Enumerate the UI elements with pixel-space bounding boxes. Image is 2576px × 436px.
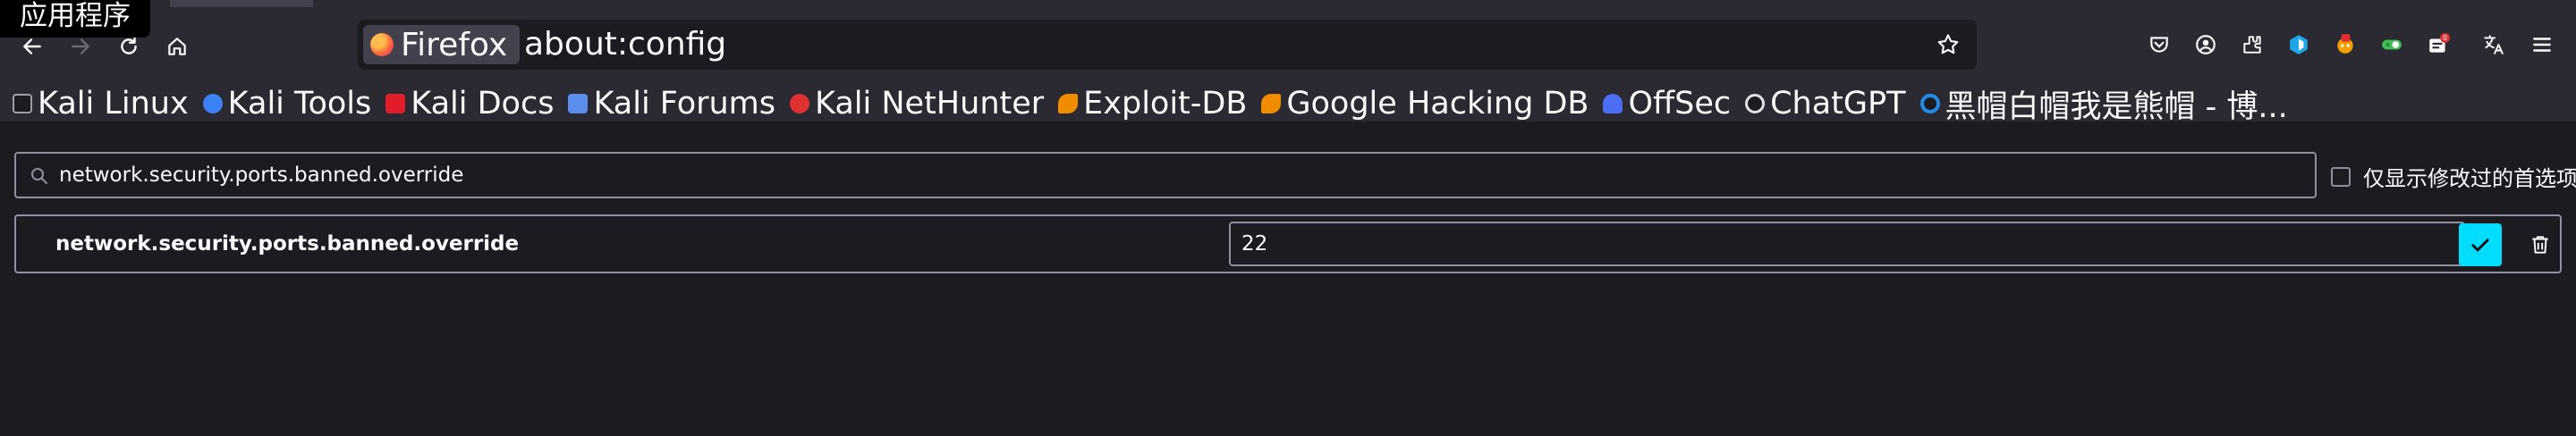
bookmark-label: ChatGPT <box>1770 86 1906 122</box>
bookmark-kali-nethunter[interactable]: Kali NetHunter <box>790 86 1044 122</box>
bookmark-label: Kali Forums <box>593 86 776 122</box>
menu-icon <box>2533 38 2551 52</box>
pref-search-input[interactable]: network.security.ports.banned.override <box>14 152 2317 198</box>
search-value: network.security.ports.banned.override <box>59 164 464 187</box>
identity-box[interactable]: Firefox <box>363 25 521 64</box>
bitwarden-icon <box>2290 35 2308 54</box>
extension-badge-button[interactable]: 0 <box>2420 27 2456 63</box>
blog-globe-icon <box>1919 94 1940 113</box>
kali-docs-icon <box>386 94 406 113</box>
show-modified-toggle[interactable]: 仅显示修改过的首选项 <box>2331 161 2576 192</box>
bitwarden-button[interactable] <box>2281 27 2317 63</box>
trash-icon <box>2532 236 2548 254</box>
checkmark-icon <box>2471 239 2489 252</box>
kali-nethunter-icon <box>790 94 810 113</box>
offsec-icon <box>1603 94 1623 113</box>
extensions-icon <box>2243 36 2261 54</box>
show-modified-checkbox[interactable] <box>2331 166 2351 187</box>
kali-forums-icon <box>568 94 589 113</box>
bookmark-kali-docs[interactable]: Kali Docs <box>386 86 554 122</box>
navigation-toolbar: Firefox about:config 0 <box>0 14 2576 86</box>
bookmark-google-hacking-db[interactable]: Google Hacking DB <box>1261 86 1589 122</box>
bookmark-label: Exploit-DB <box>1083 86 1248 122</box>
identity-label: Firefox <box>401 26 508 63</box>
badge-count: 0 <box>2443 34 2447 42</box>
url-bar[interactable]: Firefox about:config <box>358 20 1977 70</box>
extension-toggle-button[interactable] <box>2374 27 2410 63</box>
tab-strip-tab[interactable] <box>170 0 313 7</box>
pref-value-input[interactable]: 22 <box>1229 222 2465 266</box>
reload-icon <box>121 37 137 54</box>
bookmark-label: OffSec <box>1628 86 1732 122</box>
firefox-logo-icon <box>370 33 394 56</box>
extension-fox-icon <box>2337 34 2353 54</box>
chatgpt-icon <box>1745 94 1766 113</box>
bookmarks-toolbar: Kali Linux Kali Tools Kali Docs Kali For… <box>0 86 2576 125</box>
exploit-db-icon <box>1058 94 1079 113</box>
pocket-button[interactable] <box>2141 27 2177 63</box>
account-button[interactable] <box>2188 27 2224 63</box>
translate-icon <box>2484 35 2504 54</box>
url-text[interactable]: about:config <box>524 20 726 70</box>
show-modified-label: 仅显示修改过的首选项 <box>2363 166 2576 191</box>
account-icon <box>2196 35 2216 54</box>
back-arrow-icon <box>23 38 41 54</box>
bookmark-blog[interactable]: 黑帽白帽我是熊帽 - 博... <box>1919 81 2288 127</box>
home-icon <box>168 38 186 55</box>
delete-button[interactable] <box>2521 225 2560 264</box>
kali-tools-icon <box>202 94 223 113</box>
bookmark-kali-forums[interactable]: Kali Forums <box>568 86 775 122</box>
bookmark-exploit-db[interactable]: Exploit-DB <box>1058 86 1247 122</box>
extension-badge-icon: 0 <box>2429 33 2450 53</box>
extension-fox-button[interactable] <box>2327 27 2363 63</box>
about-config-page: network.security.ports.banned.override 仅… <box>0 122 2576 436</box>
bookmark-offsec[interactable]: OffSec <box>1603 86 1731 122</box>
app-menu-button[interactable] <box>2524 27 2560 63</box>
bookmark-label: Kali Linux <box>38 86 189 122</box>
translate-button[interactable] <box>2476 27 2512 63</box>
bookmark-label: Google Hacking DB <box>1286 86 1589 122</box>
search-icon <box>31 168 47 184</box>
bookmark-label: 黑帽白帽我是熊帽 - 博... <box>1945 88 2288 125</box>
tab-strip <box>0 0 2576 14</box>
bookmark-kali-tools[interactable]: Kali Tools <box>202 86 372 122</box>
pref-name: network.security.ports.banned.override <box>55 232 520 256</box>
save-button[interactable] <box>2459 223 2502 266</box>
bookmark-star-icon[interactable] <box>1936 32 1961 57</box>
applications-tooltip: 应用程序 <box>0 0 150 38</box>
bookmark-label: Kali NetHunter <box>815 86 1045 122</box>
home-button[interactable] <box>157 27 197 66</box>
extension-toggle-icon <box>2382 39 2402 50</box>
extensions-button[interactable] <box>2234 27 2270 63</box>
forward-arrow-icon <box>72 38 89 54</box>
bookmark-label: Kali Tools <box>227 86 372 122</box>
pocket-icon <box>2150 37 2168 53</box>
kali-dragon-icon <box>13 94 32 113</box>
bookmark-kali-linux[interactable]: Kali Linux <box>13 86 189 122</box>
bookmark-label: Kali Docs <box>411 86 555 122</box>
ghdb-icon <box>1261 94 1282 113</box>
bookmark-chatgpt[interactable]: ChatGPT <box>1745 86 1906 122</box>
pref-row: network.security.ports.banned.override 2… <box>14 214 2562 273</box>
